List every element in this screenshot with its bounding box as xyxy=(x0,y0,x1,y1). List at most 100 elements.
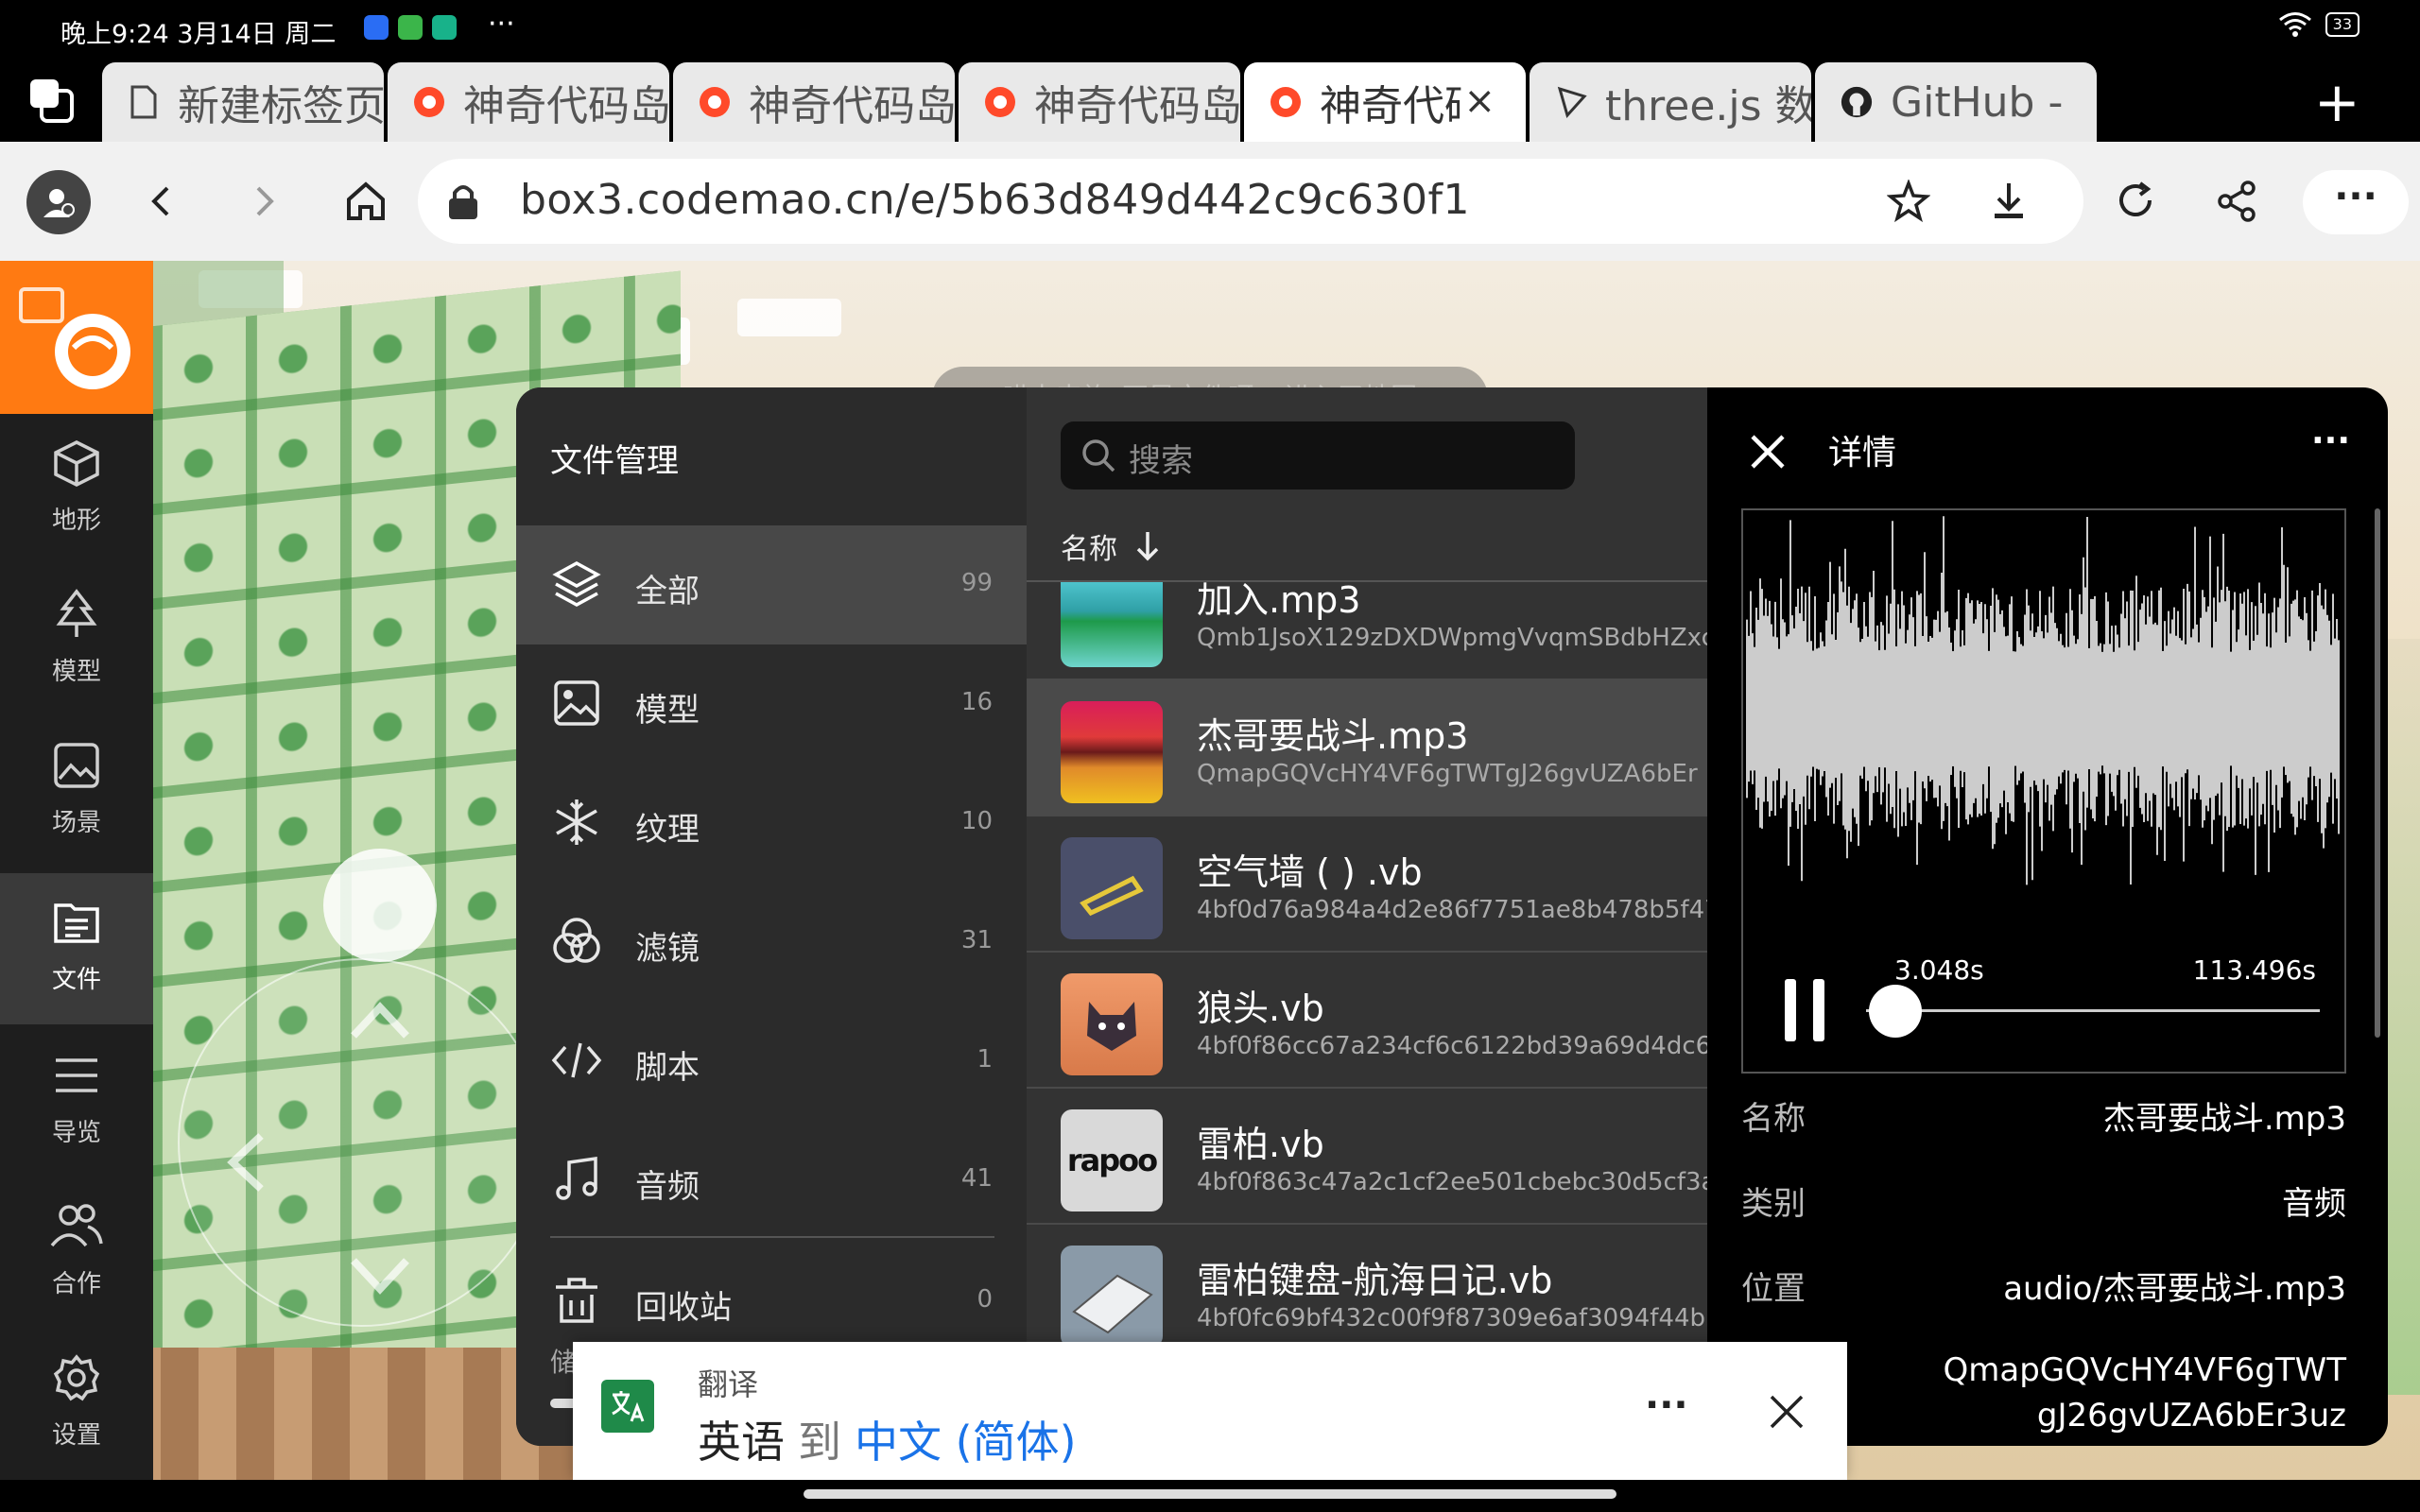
category-label: 纹理 xyxy=(635,811,700,849)
app-icon-teal xyxy=(432,15,457,40)
bookmark-star-icon[interactable] xyxy=(1887,180,1930,223)
category-script[interactable]: 脚本 1 xyxy=(516,1002,1027,1121)
sidebar-item-model[interactable]: 模型 xyxy=(0,565,153,716)
joystick-knob[interactable] xyxy=(323,849,437,962)
category-count: 41 xyxy=(960,1164,993,1193)
prop-value: audio/杰哥要战斗.mp3 xyxy=(2003,1270,2346,1308)
seek-knob[interactable] xyxy=(1868,985,1922,1038)
file-hash: 4bf0f863c47a2c1cf2ee501cbebc30d5cf3a xyxy=(1197,1168,1707,1196)
scrollbar[interactable] xyxy=(2375,508,2380,1038)
file-row[interactable]: 雷柏键盘-航海日记.vb 4bf0fc69bf432c00f9f87309e6a… xyxy=(1027,1225,1707,1361)
filter-icon xyxy=(550,915,603,968)
search-input[interactable]: 搜索 xyxy=(1061,421,1575,490)
home-icon[interactable] xyxy=(335,170,397,232)
category-count: 31 xyxy=(960,926,993,954)
file-row[interactable]: 空气墙 ( ) .vb 4bf0d76a984a4d2e86f7751ae8b4… xyxy=(1027,816,1707,953)
file-list-icon xyxy=(50,896,103,949)
joystick-arrow-left-icon xyxy=(227,1133,264,1192)
sidebar-item-settings[interactable]: 设置 xyxy=(0,1329,153,1480)
tab-close-button[interactable]: × xyxy=(1463,79,1495,123)
trash-icon xyxy=(550,1274,603,1327)
close-icon[interactable] xyxy=(1747,431,1789,472)
total-time: 113.496s xyxy=(2192,954,2316,986)
category-filter[interactable]: 滤镜 31 xyxy=(516,883,1027,1002)
status-more: ··· xyxy=(488,8,515,41)
codemao-icon xyxy=(412,85,446,119)
category-label: 模型 xyxy=(635,692,700,730)
battery-icon: 33 xyxy=(2325,12,2360,37)
home-indicator[interactable] xyxy=(804,1489,1616,1499)
tab-label: 神奇代码岛 xyxy=(1320,82,1461,130)
tab-label: 神奇代码岛 xyxy=(1034,82,1240,130)
code-icon xyxy=(550,1034,603,1087)
sidebar-item-files[interactable]: 文件 xyxy=(0,873,153,1024)
file-row[interactable]: 狼头.vb 4bf0f86cc67a234cf6c6122bd39a69d4dc… xyxy=(1027,953,1707,1089)
tab-label: three.js 数 xyxy=(1605,82,1811,130)
tab-codemao-2[interactable]: 神奇代码岛 xyxy=(673,62,955,142)
translate-more-button[interactable]: ··· xyxy=(1645,1383,1688,1427)
category-texture[interactable]: 纹理 10 xyxy=(516,764,1027,883)
tab-switcher-icon[interactable] xyxy=(26,76,76,125)
close-icon[interactable] xyxy=(1768,1393,1806,1431)
back-icon[interactable] xyxy=(130,170,193,232)
tab-new-tab[interactable]: 新建标签页 xyxy=(102,62,384,142)
audio-player: 3.048s 113.496s xyxy=(1741,508,2346,1074)
sidebar-item-scene[interactable]: 场景 xyxy=(0,716,153,868)
sidebar-item-collab[interactable]: 合作 xyxy=(0,1177,153,1329)
share-icon[interactable] xyxy=(2206,170,2269,232)
file-name: 雷柏.vb xyxy=(1197,1124,1324,1165)
category-model[interactable]: 模型 16 xyxy=(516,644,1027,764)
sidebar-item-label: 导览 xyxy=(51,1119,101,1147)
category-count: 0 xyxy=(977,1285,993,1314)
category-count: 10 xyxy=(960,807,993,835)
file-category-sidebar: 文件管理 全部 99 模型 16 纹理 10 滤镜 31 脚本 1 音频 41 … xyxy=(516,387,1027,1446)
target-language[interactable]: 中文 (简体) xyxy=(855,1417,1077,1468)
music-icon xyxy=(550,1153,603,1206)
tab-codemao-3[interactable]: 神奇代码岛 xyxy=(959,62,1240,142)
cube-icon xyxy=(50,437,103,490)
file-name: 空气墙 ( ) .vb xyxy=(1197,851,1423,893)
pause-icon[interactable] xyxy=(1785,979,1830,1041)
app-icon-blue xyxy=(364,15,389,40)
sidebar-item-outline[interactable]: 导览 xyxy=(0,1026,153,1177)
lock-icon[interactable] xyxy=(446,181,480,221)
new-tab-button[interactable]: + xyxy=(2314,70,2360,134)
tab-codemao-1[interactable]: 神奇代码岛 xyxy=(388,62,669,142)
waveform xyxy=(1746,516,2340,885)
tab-github[interactable]: GitHub - xyxy=(1815,62,2097,142)
browser-menu-button[interactable]: ··· xyxy=(2303,170,2409,234)
category-audio[interactable]: 音频 41 xyxy=(516,1121,1027,1240)
profile-icon[interactable] xyxy=(26,170,91,234)
translate-language-pair[interactable]: 英语到中文 (简体) xyxy=(698,1408,1077,1470)
source-language[interactable]: 英语 xyxy=(698,1417,785,1468)
model-thumbnail xyxy=(1061,973,1163,1075)
status-notification-icons xyxy=(364,15,457,40)
tab-threejs[interactable]: three.js 数 xyxy=(1530,62,1811,142)
detail-more-button[interactable]: ··· xyxy=(2311,421,2350,460)
file-row[interactable]: 加入.mp3 Qmb1JsoX129zDXDWpmgVvqmSBdbHZxc xyxy=(1027,582,1707,680)
category-count: 1 xyxy=(977,1045,993,1074)
sidebar-item-terrain[interactable]: 地形 xyxy=(0,414,153,565)
forward-icon[interactable] xyxy=(233,170,295,232)
seek-track[interactable] xyxy=(1866,1009,2320,1012)
status-time: 晚上9:24 3月14日 周二 xyxy=(60,20,337,49)
sidebar-item-label: 场景 xyxy=(51,809,101,837)
tab-label: 新建标签页 xyxy=(178,82,384,130)
threejs-icon xyxy=(1554,85,1588,119)
sort-by-name-button[interactable]: 名称 xyxy=(1061,525,1161,567)
audio-waveform-thumbnail xyxy=(1061,701,1163,803)
reload-icon[interactable] xyxy=(2104,170,2167,232)
file-row[interactable]: rapoo 雷柏.vb 4bf0f863c47a2c1cf2ee501cbebc… xyxy=(1027,1089,1707,1225)
file-row-selected[interactable]: 杰哥要战斗.mp3 QmapGQVcHY4VF6gTWTgJ26gvUZA6bE… xyxy=(1027,680,1707,816)
file-hash: 4bf0fc69bf432c00f9f87309e6af3094f44b xyxy=(1197,1304,1706,1332)
category-all[interactable]: 全部 99 xyxy=(516,525,1027,644)
url-field[interactable]: box3.codemao.cn/e/5b63d849d442c9c630f1 xyxy=(418,159,2083,244)
layers-icon xyxy=(550,558,603,610)
file-hash: 4bf0f86cc67a234cf6c6122bd39a69d4dc6 xyxy=(1197,1032,1707,1060)
tab-codemao-active[interactable]: 神奇代码岛 × xyxy=(1244,62,1526,142)
file-hash: QmapGQVcHY4VF6gTWTgJ26gvUZA6bEr xyxy=(1197,760,1698,788)
codemao-icon xyxy=(698,85,732,119)
translate-title: 翻译 xyxy=(698,1366,759,1402)
codemao-logo[interactable] xyxy=(0,261,153,414)
download-icon[interactable] xyxy=(1987,180,2031,223)
